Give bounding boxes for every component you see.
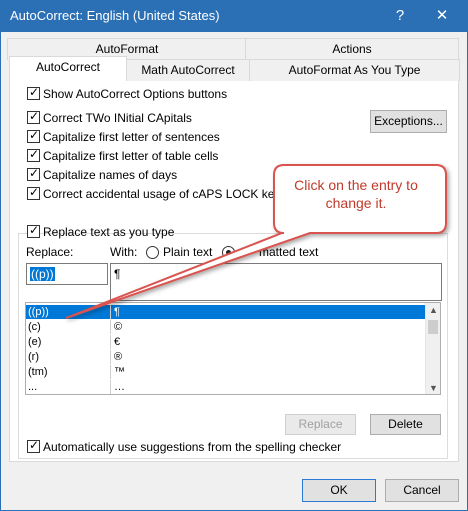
list-item[interactable]: (r) ® bbox=[26, 350, 426, 364]
checkmark-icon: ✓ bbox=[29, 166, 40, 180]
replace-as-you-type-option[interactable]: ✓ Replace text as you type bbox=[27, 223, 174, 240]
checkmark-icon: ✓ bbox=[29, 128, 40, 142]
checkmark-icon: ✓ bbox=[29, 109, 40, 123]
delete-button[interactable]: Delete bbox=[370, 414, 441, 435]
tab-autocorrect[interactable]: AutoCorrect bbox=[9, 56, 127, 80]
formatted-text-radio[interactable] bbox=[222, 246, 235, 259]
autocorrect-entries-list[interactable]: ((p)) ¶ (c) © (e) € (r) ® (tm) ™ ... … ▲… bbox=[25, 302, 441, 395]
column-divider bbox=[110, 320, 111, 334]
plain-text-radio[interactable] bbox=[146, 246, 159, 259]
checkbox[interactable]: ✓ bbox=[27, 166, 40, 181]
radio-selected-dot bbox=[226, 250, 231, 255]
column-divider bbox=[110, 305, 111, 319]
checkbox[interactable]: ✓ bbox=[27, 185, 40, 200]
list-item[interactable]: ... … bbox=[26, 380, 426, 394]
with-input-value: ¶ bbox=[114, 267, 121, 281]
list-item-replace: (tm) bbox=[28, 366, 48, 378]
checkmark-icon: ✓ bbox=[29, 147, 40, 161]
callout-text: Click on the entry to change it. bbox=[294, 177, 418, 211]
checkbox[interactable]: ✓ bbox=[27, 438, 40, 453]
list-item-replace: (r) bbox=[28, 351, 39, 363]
list-item-with: ¶ bbox=[114, 306, 120, 318]
option-label: Correct accidental usage of cAPS LOCK ke… bbox=[43, 187, 281, 201]
checkbox[interactable]: ✓ bbox=[27, 85, 40, 100]
formatted-text-label: matted text bbox=[259, 245, 319, 259]
tab-actions[interactable]: Actions bbox=[245, 38, 459, 60]
checkbox[interactable]: ✓ bbox=[27, 147, 40, 162]
cancel-button[interactable]: Cancel bbox=[385, 479, 459, 502]
list-item-replace: (c) bbox=[28, 321, 41, 333]
column-divider bbox=[110, 380, 111, 394]
list-item-replace: (e) bbox=[28, 336, 42, 348]
list-item-replace: ... bbox=[28, 381, 38, 393]
checkmark-icon: ✓ bbox=[29, 223, 40, 237]
column-divider bbox=[110, 365, 111, 379]
replace-button[interactable]: Replace bbox=[285, 414, 356, 435]
option-label: Capitalize first letter of table cells bbox=[43, 149, 219, 163]
scrollbar-thumb[interactable] bbox=[428, 320, 438, 334]
checkmark-icon: ✓ bbox=[29, 85, 40, 99]
checkbox[interactable]: ✓ bbox=[27, 223, 40, 238]
option-label: Show AutoCorrect Options buttons bbox=[43, 87, 228, 101]
window-title: AutoCorrect: English (United States) bbox=[10, 8, 220, 23]
tab-math-autocorrect[interactable]: Math AutoCorrect bbox=[126, 59, 250, 81]
list-item[interactable]: (c) © bbox=[26, 320, 426, 334]
tab-autoformat-as-you-type[interactable]: AutoFormat As You Type bbox=[249, 59, 460, 81]
checkmark-icon: ✓ bbox=[29, 185, 40, 199]
replace-input[interactable]: ((p)) bbox=[26, 263, 108, 285]
list-item-with: € bbox=[114, 336, 121, 348]
plain-text-label: Plain text bbox=[163, 245, 213, 259]
list-item-with: … bbox=[114, 381, 125, 393]
option-label: Correct TWo INitial CApitals bbox=[43, 111, 192, 125]
option-label: Automatically use suggestions from the s… bbox=[43, 440, 342, 454]
with-label: With: bbox=[110, 245, 138, 259]
help-icon[interactable]: ? bbox=[389, 5, 411, 27]
option-label: Replace text as you type bbox=[43, 225, 175, 239]
checkmark-icon: ✓ bbox=[29, 438, 40, 452]
column-divider bbox=[110, 335, 111, 349]
option-label: Capitalize names of days bbox=[43, 168, 178, 182]
list-scrollbar[interactable]: ▲ ▼ bbox=[425, 303, 440, 394]
list-item-with: © bbox=[114, 321, 123, 333]
scroll-up-icon[interactable]: ▲ bbox=[429, 305, 438, 315]
column-divider bbox=[110, 350, 111, 364]
checkbox[interactable]: ✓ bbox=[27, 109, 40, 124]
checkbox[interactable]: ✓ bbox=[27, 128, 40, 143]
title-bar: AutoCorrect: English (United States) ? ✕ bbox=[1, 1, 467, 32]
replace-label: Replace: bbox=[26, 245, 74, 259]
list-item-with: ® bbox=[114, 351, 123, 363]
replace-input-value: ((p)) bbox=[30, 267, 55, 281]
list-item-with: ™ bbox=[114, 366, 125, 378]
list-item-replace: ((p)) bbox=[28, 306, 49, 318]
close-icon[interactable]: ✕ bbox=[429, 5, 455, 27]
ok-button[interactable]: OK bbox=[302, 479, 376, 502]
list-item[interactable]: (e) € bbox=[26, 335, 426, 349]
list-item[interactable]: ((p)) ¶ bbox=[26, 305, 426, 319]
list-item[interactable]: (tm) ™ bbox=[26, 365, 426, 379]
exceptions-button[interactable]: Exceptions... bbox=[370, 110, 447, 133]
scroll-down-icon[interactable]: ▼ bbox=[429, 383, 438, 393]
with-input[interactable]: ¶ bbox=[110, 263, 442, 301]
option-label: Capitalize first letter of sentences bbox=[43, 130, 220, 144]
